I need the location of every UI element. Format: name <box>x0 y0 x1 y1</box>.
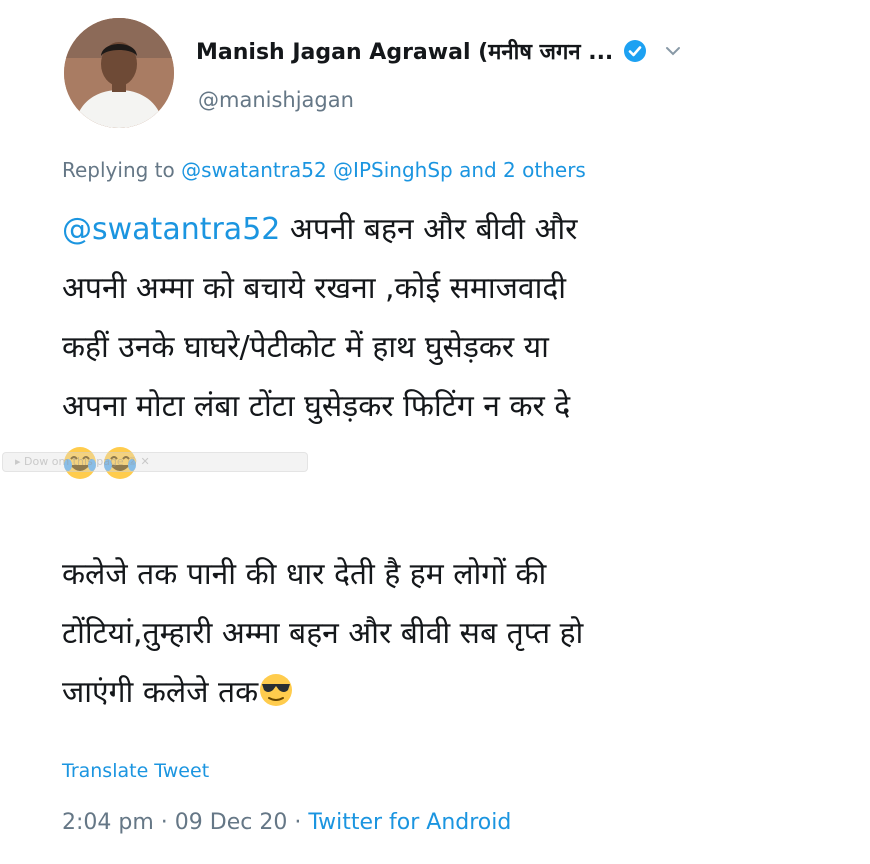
body-line-7: जाएंगी कलेजे तक <box>62 663 822 722</box>
download-overlay[interactable]: ▸ Dow om this page ② ✕ <box>2 452 308 472</box>
body-line-6: टोंटियां,तुम्हारी अम्मा बहन और बीवी सब त… <box>62 616 584 651</box>
tweet: Manish Jagan Agrawal (मनीष जगन ... @mani… <box>0 0 870 864</box>
body-line-4: अपना मोटा लंबा टोंटा घुसेड़कर फिटिंग न क… <box>62 389 571 424</box>
body-line-1-text: अपनी बहन और बीवी और <box>280 212 578 247</box>
meta-separator: · <box>153 810 175 835</box>
tweet-time[interactable]: 2:04 pm <box>62 810 154 835</box>
body-line-2: अपनी अम्मा को बचाये रखना ,कोई समाजवादी <box>62 271 567 306</box>
tweet-source[interactable]: Twitter for Android <box>308 810 511 835</box>
body-line-5: कलेजे तक पानी की धार देती है हम लोगों की <box>62 557 547 592</box>
tweet-date[interactable]: 09 Dec 20 <box>175 810 288 835</box>
translate-tweet-link[interactable]: Translate Tweet <box>62 760 209 782</box>
body-line-3: कहीं उनके घाघरे/पेटीकोट में हाथ घुसेड़कर… <box>62 330 549 365</box>
sunglasses-emoji <box>258 669 294 706</box>
avatar[interactable] <box>64 18 174 128</box>
author-row: Manish Jagan Agrawal (मनीष जगन ... <box>196 34 683 68</box>
body-line-7-text: जाएंगी कलेजे तक <box>62 675 259 710</box>
author-display-name[interactable]: Manish Jagan Agrawal (मनीष जगन ... <box>196 36 613 66</box>
meta-separator: · <box>287 810 309 835</box>
replying-mentions[interactable]: @swatantra52 @IPSinghSp <box>181 158 453 182</box>
body-line-1: @swatantra52 अपनी बहन और बीवी और <box>62 200 822 259</box>
replying-to: Replying to @swatantra52 @IPSinghSp and … <box>62 158 586 182</box>
body-mention[interactable]: @swatantra52 <box>62 212 280 247</box>
replying-others[interactable]: and 2 others <box>453 158 586 182</box>
tweet-meta: 2:04 pm · 09 Dec 20 · Twitter for Androi… <box>62 810 511 835</box>
chevron-down-icon[interactable] <box>663 41 683 61</box>
author-handle[interactable]: @manishjagan <box>198 88 354 112</box>
verified-badge-icon <box>623 39 647 63</box>
replying-prefix: Replying to <box>62 158 182 182</box>
